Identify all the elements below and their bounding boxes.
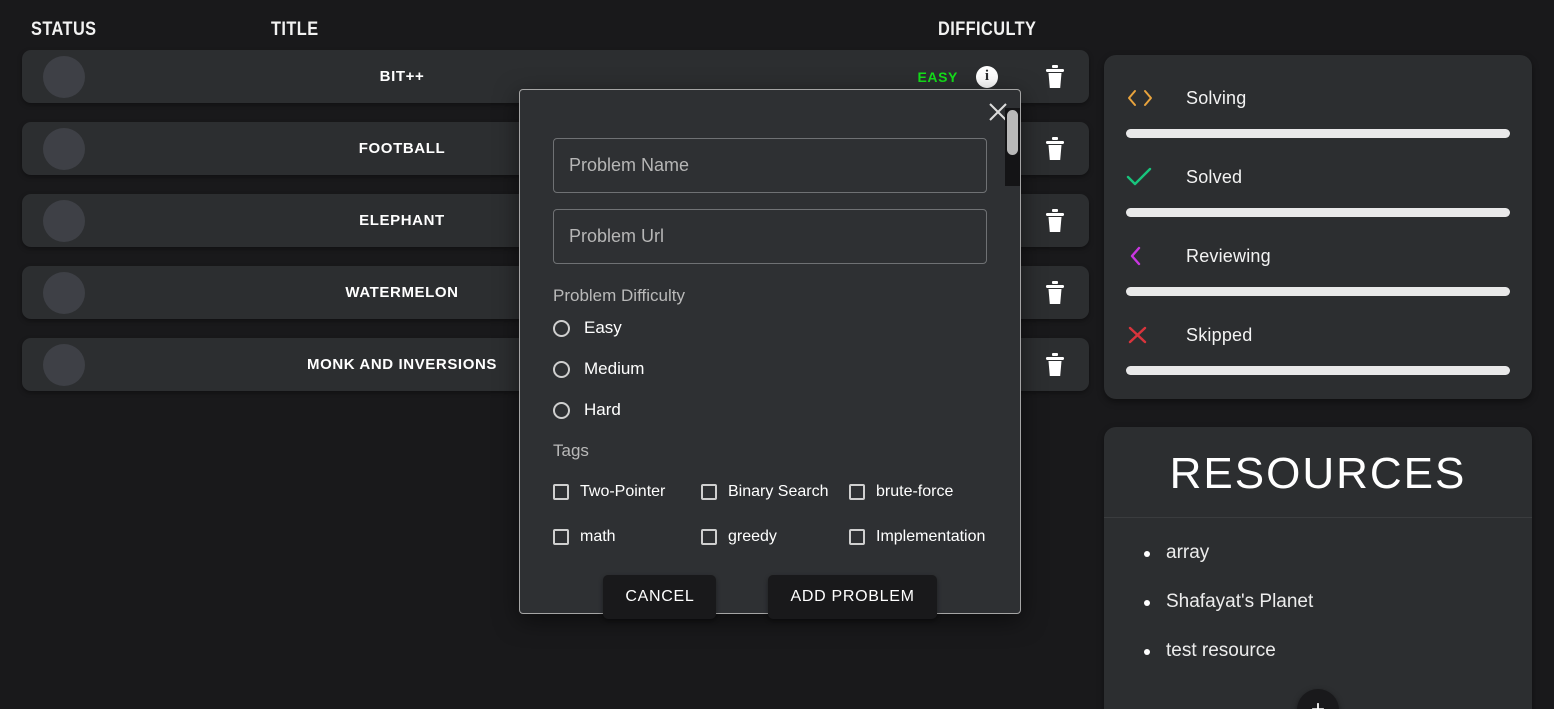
resources-panel: RESOURCES array Shafayat's Planet test res…: [1104, 427, 1532, 709]
resource-list-item[interactable]: test resource: [1144, 640, 1532, 662]
status-progress-bar: [1126, 287, 1510, 296]
status-progress-bar: [1126, 208, 1510, 217]
problem-difficulty-label: Problem Difficulty: [553, 286, 685, 305]
status-circle-icon[interactable]: [43, 344, 85, 386]
column-header-title: TITLE: [271, 19, 319, 40]
status-legend-panel: Solving Solved Reviewing Skipped: [1104, 55, 1532, 399]
chevron-left-icon: [1126, 244, 1166, 268]
checkbox-icon[interactable]: [553, 483, 569, 500]
status-legend-row: Solved: [1126, 160, 1510, 194]
check-icon: [1126, 165, 1166, 189]
status-legend-label: Skipped: [1186, 324, 1253, 345]
status-legend-label: Solved: [1186, 166, 1243, 187]
tag-checkbox-item[interactable]: Two-Pointer: [553, 469, 701, 514]
tag-label: brute-force: [876, 482, 954, 500]
modal-actions: CANCEL ADD PROBLEM: [553, 575, 987, 619]
app-root: STATUS TITLE DIFFICULTY BIT++ EASY i FOOTBA…: [0, 0, 1554, 709]
trash-icon[interactable]: [1043, 208, 1067, 234]
cross-icon: [1126, 323, 1166, 347]
add-resource-button[interactable]: +: [1297, 689, 1339, 709]
tags-label: Tags: [553, 441, 589, 460]
checkbox-icon[interactable]: [701, 528, 717, 545]
difficulty-option-label: Easy: [584, 318, 622, 337]
status-legend-row: Reviewing: [1126, 239, 1510, 273]
status-circle-icon[interactable]: [43, 128, 85, 170]
add-problem-modal: Problem Difficulty Easy Medium Hard Tags T…: [519, 89, 1021, 619]
resource-list-item[interactable]: Shafayat's Planet: [1144, 591, 1532, 613]
status-legend-item[interactable]: Solving: [1126, 81, 1510, 138]
code-brackets-icon: [1126, 86, 1166, 110]
difficulty-option-easy[interactable]: Easy: [553, 318, 987, 338]
trash-icon[interactable]: [1043, 64, 1067, 90]
status-legend-item[interactable]: Skipped: [1126, 318, 1510, 375]
radio-icon[interactable]: [553, 401, 570, 419]
tag-checkbox-item[interactable]: Implementation: [849, 514, 985, 547]
checkbox-icon[interactable]: [849, 483, 865, 500]
tag-label: Two-Pointer: [580, 482, 666, 500]
tag-label: greedy: [728, 527, 777, 545]
checkbox-icon[interactable]: [701, 483, 717, 500]
status-legend-label: Reviewing: [1186, 245, 1271, 266]
difficulty-radio-group: Easy Medium Hard: [553, 318, 987, 420]
trash-icon[interactable]: [1043, 136, 1067, 162]
table-header-row: STATUS TITLE DIFFICULTY: [0, 0, 1100, 50]
status-legend-row: Solving: [1126, 81, 1510, 115]
status-circle-icon[interactable]: [43, 56, 85, 98]
status-progress-bar: [1126, 129, 1510, 138]
trash-icon[interactable]: [1043, 280, 1067, 306]
tag-label: Binary Search: [728, 482, 829, 500]
tag-checkbox-item[interactable]: brute-force: [849, 469, 985, 514]
radio-icon[interactable]: [553, 319, 570, 337]
tag-checkbox-item[interactable]: math: [553, 514, 701, 547]
problem-url-input[interactable]: [553, 209, 987, 264]
tags-scrollbar-thumb[interactable]: [1007, 110, 1018, 155]
tag-label: math: [580, 527, 616, 545]
column-header-status: STATUS: [31, 19, 97, 40]
trash-icon[interactable]: [1043, 352, 1067, 378]
tags-scroll-area: Two-Pointer Binary Search brute-force math g…: [553, 469, 987, 547]
cancel-button[interactable]: CANCEL: [603, 575, 717, 619]
difficulty-option-label: Medium: [584, 359, 645, 378]
status-legend-row: Skipped: [1126, 318, 1510, 352]
tag-checkbox-item[interactable]: Binary Search: [701, 469, 849, 514]
resources-list: array Shafayat's Planet test resource: [1104, 518, 1532, 662]
status-legend-item[interactable]: Solved: [1126, 160, 1510, 217]
tags-scrollbar[interactable]: [1005, 108, 1020, 186]
plus-icon: +: [1311, 696, 1325, 709]
info-icon[interactable]: i: [976, 65, 998, 88]
difficulty-option-medium[interactable]: Medium: [553, 359, 987, 379]
status-circle-icon[interactable]: [43, 272, 85, 314]
problem-name-input[interactable]: [553, 138, 987, 193]
difficulty-option-hard[interactable]: Hard: [553, 400, 987, 420]
difficulty-option-label: Hard: [584, 400, 621, 419]
add-problem-button[interactable]: ADD PROBLEM: [768, 575, 937, 619]
status-legend-item[interactable]: Reviewing: [1126, 239, 1510, 296]
status-progress-bar: [1126, 366, 1510, 375]
resource-list-item[interactable]: array: [1144, 542, 1532, 564]
column-header-difficulty: DIFFICULTY: [938, 19, 1037, 40]
status-circle-icon[interactable]: [43, 200, 85, 242]
status-legend-label: Solving: [1186, 87, 1247, 108]
checkbox-icon[interactable]: [553, 528, 569, 545]
resources-title: RESOURCES: [1104, 427, 1532, 518]
tag-checkbox-item[interactable]: greedy: [701, 514, 849, 547]
right-sidebar: Solving Solved Reviewing Skipped RESOURCES …: [1104, 55, 1532, 709]
modal-body: Problem Difficulty Easy Medium Hard Tags T…: [520, 90, 1020, 619]
tag-label: Implementation: [876, 527, 986, 545]
checkbox-icon[interactable]: [849, 528, 865, 545]
radio-icon[interactable]: [553, 360, 570, 378]
